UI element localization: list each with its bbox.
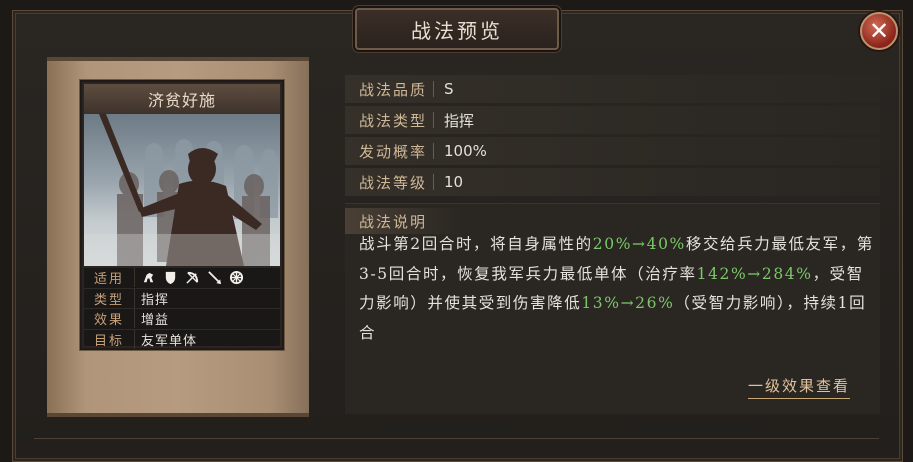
stat-key: 效果	[84, 309, 135, 329]
prop-divider	[433, 112, 434, 128]
card-title: 济贫好施	[84, 84, 280, 115]
stat-value: 指挥	[141, 292, 170, 308]
desc-highlight: 20%→40%	[592, 235, 686, 253]
prop-key: 战法类型	[359, 111, 428, 130]
cavalry-icon	[143, 273, 154, 283]
prop-divider	[433, 174, 434, 190]
stat-value: 增益	[141, 313, 170, 329]
prop-value: 100%	[444, 142, 487, 160]
prop-divider	[433, 143, 434, 159]
prop-value: S	[444, 80, 454, 98]
desc-highlight: 142%→284%	[696, 264, 813, 283]
bow-icon	[186, 272, 199, 284]
troop-icons	[135, 270, 244, 285]
stat-value: 友军单体	[141, 333, 198, 349]
prop-row-type: 战法类型 指挥	[345, 106, 880, 134]
stat-row-effect: 效果 增益	[84, 309, 280, 330]
description-text: 战斗第2回合时，将自身属性的20%→40%移交给兵力最低友军，第3-5回合时，恢…	[359, 230, 874, 348]
prop-value: 指挥	[444, 111, 475, 130]
prop-key: 战法品质	[359, 80, 428, 99]
wheel-icon	[229, 271, 244, 285]
prop-row-quality: 战法品质 S	[345, 75, 880, 103]
prop-value: 10	[444, 173, 464, 191]
prop-key: 发动概率	[359, 142, 428, 161]
prop-row-level: 战法等级 10	[345, 168, 880, 196]
first-level-effect-link[interactable]: 一级效果查看	[748, 375, 851, 399]
stat-row-suitable: 适用	[84, 268, 280, 289]
skill-card: 济贫好施 适用 类型 指挥 效果 增益 目标 友军单体	[80, 80, 284, 350]
desc-highlight: 13%→26%	[581, 294, 675, 312]
card-stats: 适用 类型 指挥 效果 增益 目标 友军单体	[84, 268, 280, 349]
stat-row-type: 类型 指挥	[84, 288, 280, 309]
close-button[interactable]: ✕	[860, 12, 898, 50]
stat-row-target: 目标 友军单体	[84, 329, 280, 350]
stat-key: 目标	[84, 329, 135, 349]
desc-segment: 战斗第2回合时，将自身属性的	[359, 235, 593, 253]
bottom-divider	[34, 438, 879, 439]
card-illustration	[84, 114, 280, 266]
stat-key: 适用	[84, 268, 135, 288]
dialog-title: 战法预览	[355, 8, 559, 50]
stat-key: 类型	[84, 288, 135, 308]
shield-icon	[165, 272, 176, 285]
close-icon: ✕	[868, 17, 890, 45]
prop-key: 战法等级	[359, 173, 428, 192]
spear-icon	[208, 271, 222, 285]
prop-row-probability: 发动概率 100%	[345, 137, 880, 165]
prop-divider	[433, 81, 434, 97]
